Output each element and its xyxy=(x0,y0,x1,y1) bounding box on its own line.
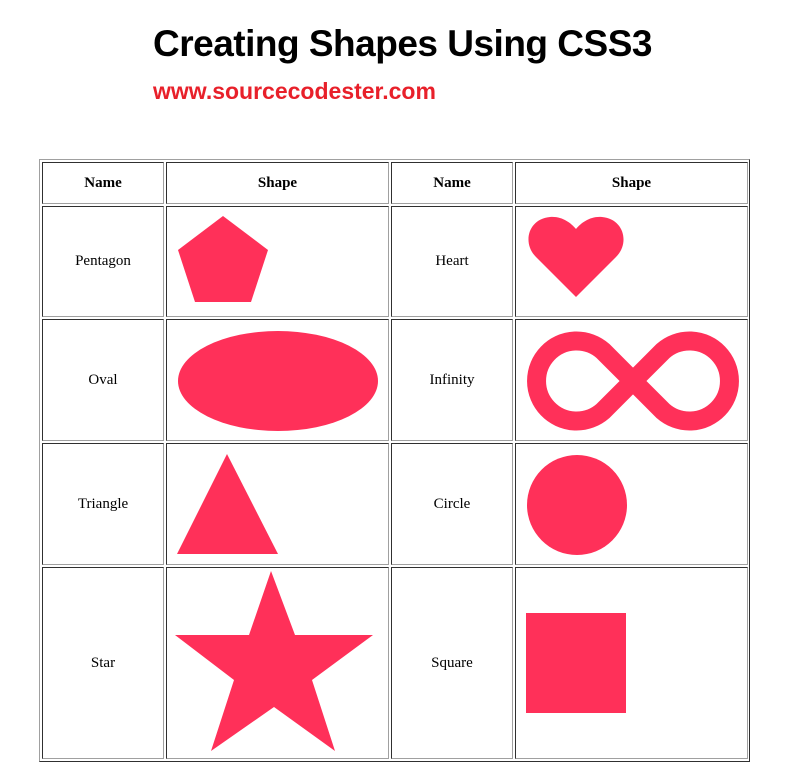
name-cell-infinity: Infinity xyxy=(391,319,513,441)
header-shape-1: Shape xyxy=(166,162,389,204)
shape-cell-heart xyxy=(515,206,748,317)
circle-shape xyxy=(527,455,627,555)
name-cell-oval: Oval xyxy=(42,319,164,441)
name-cell-triangle: Triangle xyxy=(42,443,164,565)
header-name-1: Name xyxy=(42,162,164,204)
name-cell-star: Star xyxy=(42,567,164,759)
pentagon-shape xyxy=(178,216,268,302)
shape-cell-square xyxy=(515,567,748,759)
name-cell-circle: Circle xyxy=(391,443,513,565)
name-cell-pentagon: Pentagon xyxy=(42,206,164,317)
infinity-shape xyxy=(527,331,739,431)
heart-shape xyxy=(528,216,624,297)
star-shape xyxy=(175,571,373,751)
name-cell-square: Square xyxy=(391,567,513,759)
shape-cell-circle xyxy=(515,443,748,565)
header-shape-2: Shape xyxy=(515,162,748,204)
triangle-shape xyxy=(177,454,278,554)
shape-cell-triangle xyxy=(166,443,389,565)
site-link[interactable]: www.sourcecodester.com xyxy=(153,76,436,106)
name-cell-heart: Heart xyxy=(391,206,513,317)
header-name-2: Name xyxy=(391,162,513,204)
oval-shape xyxy=(178,331,378,431)
shape-cell-star xyxy=(166,567,389,759)
square-shape xyxy=(526,613,626,713)
shape-cell-pentagon xyxy=(166,206,389,317)
page-title: Creating Shapes Using CSS3 xyxy=(153,23,652,64)
shapes-table: Name Shape Name Shape Pentagon Heart Ova… xyxy=(39,159,750,762)
shape-cell-infinity xyxy=(515,319,748,441)
shape-cell-oval xyxy=(166,319,389,441)
